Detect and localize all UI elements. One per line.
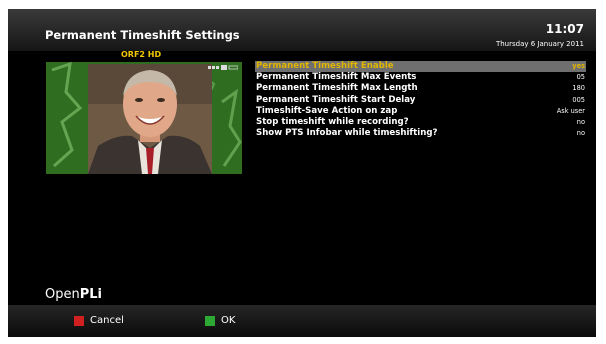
setting-value[interactable]: no [577, 117, 585, 128]
settings-row[interactable]: Timeshift-Save Action on zap Ask user [255, 106, 586, 117]
cancel-label: Cancel [90, 315, 124, 326]
signal-icon [208, 65, 238, 70]
setting-value[interactable]: 05 [577, 72, 585, 83]
setting-label: Permanent Timeshift Start Delay [256, 94, 416, 105]
ok-button[interactable]: OK [205, 314, 255, 328]
red-key-icon [74, 316, 84, 326]
ok-label: OK [221, 315, 236, 326]
page-title: Permanent Timeshift Settings [45, 28, 240, 42]
setting-value[interactable]: 180 [572, 83, 585, 94]
setting-value[interactable]: yes [572, 61, 585, 72]
live-tv-preview [46, 62, 242, 174]
settings-row[interactable]: Stop timeshift while recording? no [255, 117, 586, 128]
settings-list: Permanent Timeshift Enable yes Permanent T… [255, 61, 586, 139]
footer-bar: Cancel OK [8, 305, 596, 337]
clock-time: 11:07 [545, 22, 584, 36]
settings-row[interactable]: Permanent Timeshift Max Events 05 [255, 72, 586, 83]
video-picture [46, 62, 242, 174]
settings-row[interactable]: Permanent Timeshift Start Delay 005 [255, 95, 586, 106]
green-key-icon [205, 316, 215, 326]
setting-label: Timeshift-Save Action on zap [256, 105, 398, 116]
setting-label: Show PTS Infobar while timeshifting? [256, 128, 438, 139]
clock-date: Thursday 6 January 2011 [495, 40, 584, 48]
setting-label: Permanent Timeshift Max Events [256, 72, 417, 83]
setting-value[interactable]: 005 [572, 95, 585, 106]
logo-prefix: Open [45, 287, 80, 302]
cancel-button[interactable]: Cancel [74, 314, 144, 328]
header-bar: Permanent Timeshift Settings 11:07 Thurs… [8, 9, 596, 51]
settings-row[interactable]: Show PTS Infobar while timeshifting? no [255, 128, 586, 139]
logo-suffix: PLi [79, 287, 103, 302]
setting-value[interactable]: no [577, 128, 585, 139]
setting-label: Permanent Timeshift Max Length [256, 83, 418, 94]
setting-label: Stop timeshift while recording? [256, 116, 409, 127]
settings-row[interactable]: Permanent Timeshift Max Length 180 [255, 83, 586, 94]
channel-name: ORF2 HD [121, 50, 162, 59]
settings-row[interactable]: Permanent Timeshift Enable yes [255, 61, 586, 73]
setting-label: Permanent Timeshift Enable [256, 61, 394, 71]
openpli-logo: OpenPLi [45, 287, 102, 302]
tv-screen: Permanent Timeshift Settings 11:07 Thurs… [8, 9, 596, 337]
setting-value[interactable]: Ask user [557, 106, 585, 117]
